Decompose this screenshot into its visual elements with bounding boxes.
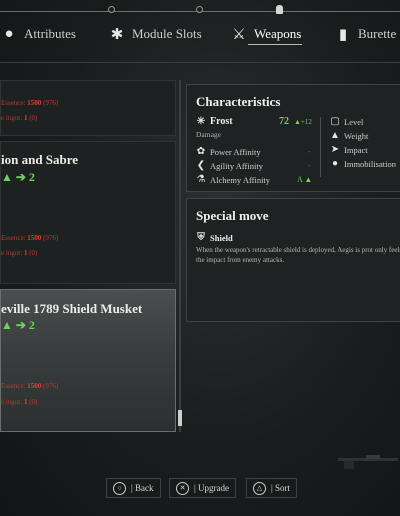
agility-affinity: ❮ Agility Affinity <box>196 160 263 171</box>
damage-value: 72 <box>279 116 289 127</box>
cost-essence: Essence: 1500 (976) <box>1 99 59 107</box>
level-icon: ▢ <box>330 116 340 127</box>
back-button[interactable]: ○ | Back <box>106 478 161 498</box>
cross-button-icon: ✕ <box>176 481 189 495</box>
weapon-list-item-selected[interactable]: eville 1789 Shield Musket ▲ ➔ 2 Essence:… <box>0 289 176 432</box>
power-affinity-value: - <box>308 147 311 156</box>
tab-module-slots[interactable]: ✱ Module Slots <box>108 22 202 46</box>
module-icon: ✱ <box>110 26 124 43</box>
cost-ingot: e ingot: 1 (0) <box>1 114 38 122</box>
weapon-list-item[interactable]: Essence: 1500 (976) e ingot: 1 (0) <box>0 80 176 136</box>
weight-icon: ▲ <box>330 130 340 141</box>
impact-icon: ➤ <box>330 144 340 155</box>
alchemy-affinity-icon: ⚗ <box>196 174 206 185</box>
stats-divider <box>320 117 321 177</box>
cost-ingot: e ingot: 1 (0) <box>1 398 38 406</box>
stat-level: ▢ Level <box>330 116 364 127</box>
characteristics-title: Characteristics <box>196 94 281 109</box>
tab-label: Burette <box>358 26 397 41</box>
stat-impact: ➤ Impact <box>330 144 368 155</box>
cost-essence: Essence: 1500 (976) <box>1 382 59 390</box>
weapon-name: eville 1789 Shield Musket <box>1 301 143 316</box>
cost-essence: Essence: 1500 (976) <box>1 234 59 242</box>
special-move-name: ⛨ Shield <box>197 232 233 243</box>
nav-marker <box>196 6 203 13</box>
nav-divider <box>0 62 400 63</box>
tab-label: Attributes <box>24 26 76 41</box>
burette-icon: ▮ <box>338 26 348 43</box>
alchemy-affinity-value: A ▲ <box>297 175 313 184</box>
list-scrollbar-thumb[interactable] <box>178 410 182 426</box>
weapon-preview-image <box>338 455 398 469</box>
tab-burette[interactable]: ▮ Burette <box>334 22 396 46</box>
special-move-title: Special move <box>196 208 269 223</box>
immobilisation-icon: ● <box>331 158 339 169</box>
alchemy-affinity: ⚗ Alchemy Affinity <box>196 174 271 185</box>
character-icon: ● <box>4 25 14 42</box>
stat-immobilisation: ● Immobilisation <box>331 158 396 169</box>
damage-element: ✳ Frost <box>196 116 233 127</box>
upgrade-button[interactable]: ✕ | Upgrade <box>169 478 237 498</box>
weapon-icon: ⚔ <box>232 26 246 43</box>
weapon-name: ion and Sabre <box>1 152 79 167</box>
upgrade-level: ▲ ➔ 2 <box>1 170 35 184</box>
circle-button-icon: ○ <box>113 481 126 495</box>
top-navigation: ● Attributes ✱ Module Slots ⚔ Weapons ▮ … <box>0 0 400 63</box>
power-affinity: ✿ Power Affinity <box>196 146 261 157</box>
special-move-description: When the weapon's retractable shield is … <box>196 246 400 264</box>
active-tab-pin-icon <box>276 5 283 14</box>
tab-label: Module Slots <box>132 26 202 41</box>
shield-icon: ⛨ <box>197 232 205 243</box>
stat-weight: ▲ Weight <box>330 130 369 141</box>
list-scrollbar[interactable] <box>179 80 181 432</box>
nav-marker <box>108 6 115 13</box>
agility-affinity-value: - <box>308 161 311 170</box>
damage-bonus: ▲+12 <box>294 118 312 126</box>
tab-attributes[interactable]: ● Attributes <box>0 22 76 46</box>
frost-icon: ✳ <box>196 116 206 127</box>
triangle-button-icon: △ <box>253 481 266 495</box>
tab-label: Weapons <box>254 26 302 41</box>
agility-affinity-icon: ❮ <box>196 160 206 171</box>
tab-weapons[interactable]: ⚔ Weapons <box>230 22 301 46</box>
power-affinity-icon: ✿ <box>196 146 206 157</box>
special-move-panel: Special move ⛨ Shield When the weapon's … <box>186 198 400 322</box>
sort-button[interactable]: △ | Sort <box>246 478 298 498</box>
weapon-list-item[interactable]: ion and Sabre ▲ ➔ 2 Essence: 1500 (976) … <box>0 141 176 284</box>
cost-ingot: e ingot: 1 (0) <box>1 249 38 257</box>
damage-label: Damage <box>196 130 221 139</box>
upgrade-level: ▲ ➔ 2 <box>1 318 35 332</box>
active-tab-underline <box>248 44 302 45</box>
characteristics-panel: Characteristics ✳ Frost 72 ▲+12 Damage ✿… <box>186 84 400 192</box>
